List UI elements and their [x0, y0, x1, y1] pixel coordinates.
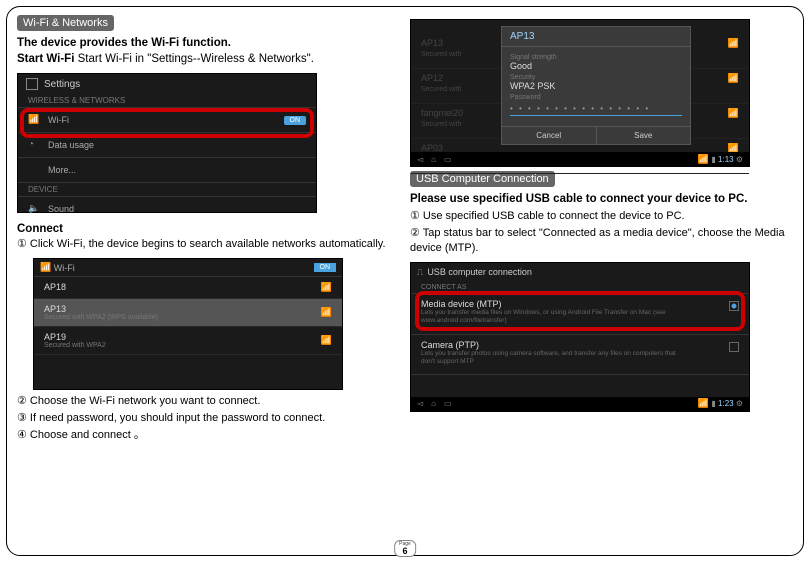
wifi-connect-dialog: AP13 Signal strength Good Security WPA2 …	[501, 26, 691, 145]
connect-step1: ① Click Wi-Fi, the device begins to sear…	[17, 237, 400, 252]
battery-icon: ▮	[711, 155, 715, 164]
wifi-section-tag: Wi-Fi & Networks	[17, 15, 114, 31]
sound-icon	[28, 203, 40, 215]
intro-bold: The device provides the Wi-Fi function.	[17, 37, 231, 49]
bg-ap3-icon	[728, 108, 739, 128]
sec-val: WPA2 PSK	[510, 81, 682, 91]
ss1-cat2: DEVICE	[18, 183, 316, 196]
sig-val: Good	[510, 61, 682, 71]
connect-step3: ③ If need password, you should input the…	[17, 411, 400, 426]
ap1-name: AP18	[44, 282, 66, 292]
home-icon-2[interactable]: ⌂	[431, 399, 436, 408]
connect-heading: Connect	[17, 223, 400, 235]
ptp-checkbox[interactable]	[729, 342, 739, 352]
ap3-name: AP19	[44, 332, 106, 342]
ss1-title: Settings	[44, 79, 80, 90]
bg-ap3: fangmei20	[421, 108, 463, 118]
sig-label: Signal strength	[510, 54, 682, 61]
ss4-title: USB computer connection	[427, 267, 532, 277]
bg-ap3-sub: Secured with	[421, 121, 461, 128]
usb-step1: ① Use specified USB cable to connect the…	[410, 209, 793, 224]
data-usage-icon	[28, 139, 40, 151]
more-icon	[28, 164, 40, 176]
status-wifi-icon-2	[698, 399, 709, 408]
wifi-icon-2	[40, 262, 51, 273]
bg-ap2-icon	[728, 73, 739, 93]
ss2-title: Wi-Fi	[54, 263, 75, 273]
page-num-value: 6	[402, 546, 407, 556]
ptp-desc: Lets you transfer photos using camera so…	[421, 350, 691, 367]
sec-label: Security	[510, 74, 682, 81]
bg-ap2-sub: Secured with	[421, 86, 461, 93]
start-label: Start Wi-Fi	[17, 53, 74, 65]
highlight-box-mtp	[415, 291, 745, 331]
ss1-more-row: More...	[48, 165, 76, 175]
usb-connection-screenshot: USB computer connection CONNECT AS Media…	[410, 262, 750, 412]
ss1-sound-row: Sound	[48, 204, 74, 214]
password-field[interactable]: • • • • • • • • • • • • • • • •	[510, 104, 682, 116]
wifi-list-screenshot: Wi-Fi ON AP18 AP13 Secured with WPA2 (WP…	[33, 258, 343, 390]
bg-ap2: AP12	[421, 73, 443, 83]
recents-icon[interactable]: ▭	[444, 155, 452, 164]
status-time: 1:13	[718, 155, 734, 164]
ap1-signal-icon	[321, 282, 332, 293]
usb-icon	[417, 267, 427, 278]
ap2-signal-icon	[321, 307, 332, 318]
battery-icon-2: ▮	[711, 399, 715, 408]
start-desc: Start Wi-Fi in "Settings--Wireless & Net…	[78, 53, 314, 65]
home-icon[interactable]: ⌂	[431, 155, 436, 164]
ap3-sec: Secured with WPA2	[44, 342, 106, 349]
recents-icon-2[interactable]: ▭	[444, 399, 452, 408]
ap2-name: AP13	[44, 304, 158, 314]
pw-label: Password	[510, 94, 682, 101]
save-button[interactable]: Save	[597, 127, 691, 144]
ss1-data-row: Data usage	[48, 140, 94, 150]
ptp-title: Camera (PTP)	[421, 340, 691, 350]
highlight-box-wifi	[20, 108, 314, 138]
intro-text: The device provides the Wi-Fi function. …	[17, 35, 400, 67]
ss2-toggle[interactable]: ON	[314, 263, 337, 272]
dlg-title: AP13	[502, 27, 690, 47]
bg-ap1: AP13	[421, 38, 443, 48]
back-icon[interactable]: ◅	[417, 155, 423, 164]
ss1-cat1: WIRELESS & NETWORKS	[18, 94, 316, 107]
page-number-badge: Page 6	[394, 540, 416, 557]
bg-ap1-sub: Secured with	[421, 51, 461, 58]
ap2-sec: Secured with WPA2 (WPS available)	[44, 314, 158, 321]
back-icon-2[interactable]: ◅	[417, 399, 423, 408]
status-time-2: 1:23	[718, 399, 734, 408]
bg-ap1-icon	[728, 38, 739, 58]
connect-step4: ④ Choose and connect 。	[17, 428, 400, 443]
wifi-dialog-screenshot: AP13 Secured with AP12 Secured with fangme…	[410, 19, 750, 167]
usb-heading: Please use specified USB cable to connec…	[410, 193, 747, 205]
connect-step2: ② Choose the Wi-Fi network you want to c…	[17, 394, 400, 409]
cancel-button[interactable]: Cancel	[502, 127, 597, 144]
ap3-signal-icon	[321, 335, 332, 346]
status-wifi-icon	[698, 155, 709, 164]
settings-screenshot: Settings WIRELESS & NETWORKS Wi-Fi ON Da…	[17, 73, 317, 213]
usb-step2: ② Tap status bar to select "Connected as…	[410, 226, 793, 256]
